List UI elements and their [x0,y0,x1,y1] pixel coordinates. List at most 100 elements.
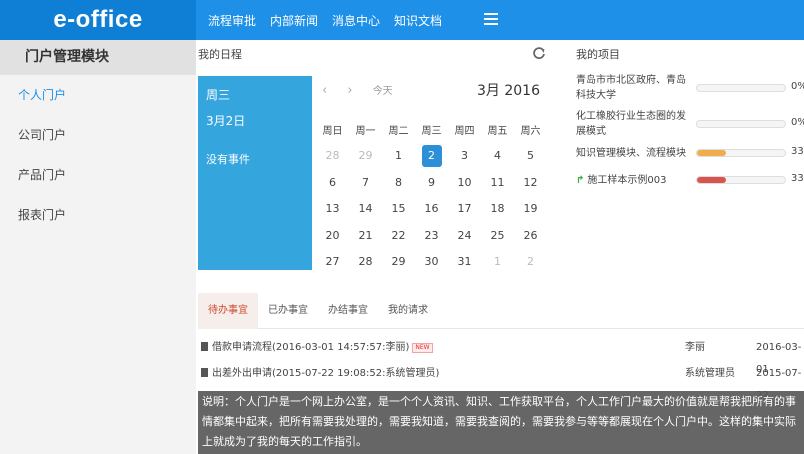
task-person: 李丽 [685,342,705,353]
app-logo[interactable]: e-office [0,0,196,40]
weekday-header: 周四 [454,125,475,137]
nav-item-messages[interactable]: 消息中心 [332,12,380,29]
calendar-day[interactable]: 8 [382,176,415,189]
calendar-day[interactable]: 27 [316,255,349,268]
calendar-day[interactable]: 17 [448,202,481,215]
day-number: 1 [395,149,402,163]
hamburger-menu-icon[interactable] [484,13,498,25]
day-number: 31 [457,255,472,269]
tab-pending[interactable]: 待办事宜 [198,293,258,329]
calendar-day[interactable]: 22 [382,229,415,242]
calendar-day[interactable]: 5 [514,149,547,162]
calendar-day[interactable]: 1 [382,149,415,162]
calendar-day[interactable]: 3 [448,149,481,162]
nav-item-approval[interactable]: 流程审批 [208,12,256,29]
calendar-day[interactable]: 23 [415,229,448,242]
calendar-day[interactable]: 4 [481,149,514,162]
calendar-day[interactable]: 9 [415,176,448,189]
project-item[interactable]: ↱施工样本示例003 33% [576,173,804,188]
project-name-text: 知识管理模块、流程模块 [576,148,686,159]
calendar-day[interactable]: 2 [514,255,547,268]
tab-done[interactable]: 已办事宜 [258,293,318,329]
next-month-icon[interactable]: › [347,83,352,98]
nav-item-docs[interactable]: 知识文档 [394,12,442,29]
project-name[interactable]: 知识管理模块、流程模块 [576,146,692,161]
no-event-text: 没有事件 [206,153,250,166]
day-number: 19 [523,202,538,216]
project-progress-bar [696,176,786,184]
calendar-day[interactable]: 12 [514,176,547,189]
day-number: 29 [358,149,373,163]
task-title[interactable]: 出差外出申请(2015-07-22 19:08:52:系统管理员) [212,368,439,379]
calendar-day[interactable]: 13 [316,202,349,215]
selected-date: 3月2日 [206,114,246,128]
tab-my-requests[interactable]: 我的请求 [378,293,438,329]
day-number: 24 [457,228,472,242]
progress-fill [697,177,727,183]
calendar-day[interactable]: 18 [481,202,514,215]
calendar-day[interactable]: 15 [382,202,415,215]
project-name[interactable]: ↱ 施工样本示例003 [576,173,692,188]
sidebar-item-company-portal[interactable]: 公司门户 [0,115,196,155]
calendar-day[interactable]: 28 [349,255,382,268]
project-item[interactable]: 青岛市市北区政府、青岛科技大学 0% [576,73,804,103]
sidebar-item-personal-portal[interactable]: 个人门户 [0,75,196,115]
project-progress-bar [696,84,786,92]
calendar-day[interactable]: 29 [382,255,415,268]
prev-month-icon[interactable]: ‹ [322,83,327,98]
calendar-day[interactable]: 31 [448,255,481,268]
calendar-day-selected[interactable]: 2 [415,144,448,167]
top-nav: 流程审批 内部新闻 消息中心 知识文档 [208,0,456,40]
day-number: 4 [494,149,501,163]
calendar-day[interactable]: 11 [481,176,514,189]
nav-item-news[interactable]: 内部新闻 [270,12,318,29]
project-percent: 0% [791,81,804,92]
day-number: 6 [329,175,336,189]
calendar-month-title: 3月 2016 [477,83,540,99]
calendar-day[interactable]: 7 [349,176,382,189]
day-number: 10 [457,175,472,189]
description-overlay: 说明：个人门户是一个网上办公室，是一个个人资讯、知识、工作获取平台，个人工作门户… [198,391,804,454]
task-title[interactable]: 借款申请流程(2016-03-01 14:57:57:李丽) [212,342,409,353]
calendar-day[interactable]: 24 [448,229,481,242]
day-number: 14 [358,202,373,216]
calendar-day[interactable]: 16 [415,202,448,215]
project-name-text: 青岛市市北区政府、青岛科技大学 [576,75,686,101]
calendar-day[interactable]: 14 [349,202,382,215]
refresh-icon[interactable] [532,46,546,60]
share-arrow-icon: ↱ [576,175,585,186]
calendar-day[interactable]: 30 [415,255,448,268]
weekday-header: 周二 [388,125,409,137]
calendar-day[interactable]: 21 [349,229,382,242]
task-row[interactable]: 借款申请流程(2016-03-01 14:57:57:李丽) NEW 李丽 201… [198,337,804,375]
day-number: 16 [424,202,439,216]
project-item[interactable]: 化工橡胶行业生态圈的发展模式 0% [576,109,804,139]
project-name[interactable]: 化工橡胶行业生态圈的发展模式 [576,109,692,139]
calendar-day[interactable]: 29 [349,149,382,162]
calendar-day[interactable]: 1 [481,255,514,268]
day-number: 28 [358,255,373,269]
tab-finished[interactable]: 办结事宜 [318,293,378,329]
calendar-day[interactable]: 10 [448,176,481,189]
calendar-nav: ‹ › 今天 [322,82,409,98]
day-number: 1 [494,255,501,269]
project-progress-bar [696,120,786,128]
day-number: 29 [391,255,406,269]
project-name-text: 化工橡胶行业生态圈的发展模式 [576,111,686,137]
calendar-day[interactable]: 26 [514,229,547,242]
project-name[interactable]: 青岛市市北区政府、青岛科技大学 [576,73,692,103]
calendar-day[interactable]: 28 [316,149,349,162]
today-button[interactable]: 今天 [373,86,393,97]
calendar-day[interactable]: 6 [316,176,349,189]
project-item[interactable]: 知识管理模块、流程模块 33% [576,146,804,161]
new-badge: NEW [412,343,433,353]
calendar-day[interactable]: 20 [316,229,349,242]
day-number: 7 [362,175,369,189]
calendar-day[interactable]: 25 [481,229,514,242]
weekday-header: 周日 [322,125,343,137]
document-icon [201,368,208,377]
calendar-day[interactable]: 19 [514,202,547,215]
sidebar-item-report-portal[interactable]: 报表门户 [0,195,196,235]
sidebar-item-product-portal[interactable]: 产品门户 [0,155,196,195]
task-row[interactable]: 出差外出申请(2015-07-22 19:08:52:系统管理员) 系统管理员 … [198,363,804,401]
